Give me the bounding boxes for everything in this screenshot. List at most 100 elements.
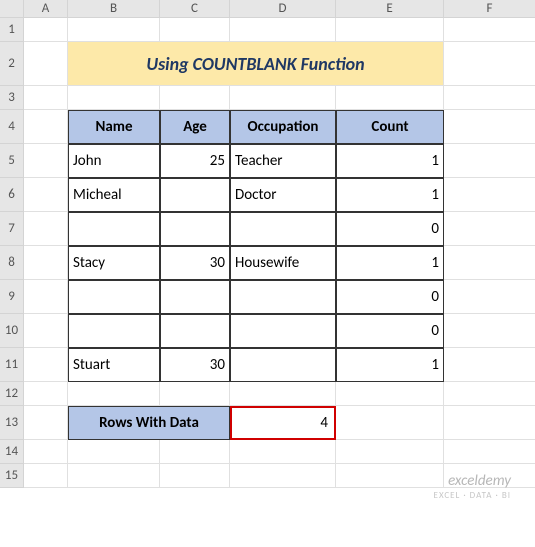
cell-count-7[interactable]: 0 — [336, 212, 444, 246]
row-header-10[interactable]: 10 — [0, 314, 24, 348]
cell-name-7[interactable] — [68, 212, 160, 246]
cell-f12[interactable] — [444, 382, 535, 406]
col-header-d[interactable]: D — [230, 0, 336, 18]
rows-with-data-value[interactable]: 4 — [230, 406, 336, 440]
cell-e12[interactable] — [336, 382, 444, 406]
row-header-4[interactable]: 4 — [0, 110, 24, 144]
cell-e1[interactable] — [336, 18, 444, 42]
cell-a8[interactable] — [24, 246, 68, 280]
cell-d15[interactable] — [230, 464, 336, 488]
cell-a5[interactable] — [24, 144, 68, 178]
cell-f14[interactable] — [444, 440, 535, 464]
cell-name-6[interactable]: Micheal — [68, 178, 160, 212]
col-header-c[interactable]: C — [160, 0, 230, 18]
cell-b15[interactable] — [68, 464, 160, 488]
cell-age-11[interactable]: 30 — [160, 348, 230, 382]
cell-count-5[interactable]: 1 — [336, 144, 444, 178]
cell-d14[interactable] — [230, 440, 336, 464]
cell-c1[interactable] — [160, 18, 230, 42]
header-occupation[interactable]: Occupation — [230, 110, 336, 144]
cell-e3[interactable] — [336, 86, 444, 110]
col-header-a[interactable]: A — [24, 0, 68, 18]
cell-f2[interactable] — [444, 42, 535, 86]
cell-d1[interactable] — [230, 18, 336, 42]
cell-age-6[interactable] — [160, 178, 230, 212]
cell-age-8[interactable]: 30 — [160, 246, 230, 280]
cell-name-9[interactable] — [68, 280, 160, 314]
cell-c3[interactable] — [160, 86, 230, 110]
cell-f4[interactable] — [444, 110, 535, 144]
cell-count-9[interactable]: 0 — [336, 280, 444, 314]
cell-age-7[interactable] — [160, 212, 230, 246]
cell-name-11[interactable]: Stuart — [68, 348, 160, 382]
cell-e13[interactable] — [336, 406, 444, 440]
cell-name-8[interactable]: Stacy — [68, 246, 160, 280]
cell-occ-6[interactable]: Doctor — [230, 178, 336, 212]
row-header-9[interactable]: 9 — [0, 280, 24, 314]
cell-count-10[interactable]: 0 — [336, 314, 444, 348]
cell-e15[interactable] — [336, 464, 444, 488]
cell-e14[interactable] — [336, 440, 444, 464]
cell-f9[interactable] — [444, 280, 535, 314]
cell-d12[interactable] — [230, 382, 336, 406]
cell-a9[interactable] — [24, 280, 68, 314]
cell-b3[interactable] — [68, 86, 160, 110]
title-cell[interactable]: Using COUNTBLANK Function — [68, 42, 444, 86]
cell-b14[interactable] — [68, 440, 160, 464]
cell-occ-9[interactable] — [230, 280, 336, 314]
cell-name-10[interactable] — [68, 314, 160, 348]
cell-c12[interactable] — [160, 382, 230, 406]
cell-occ-11[interactable] — [230, 348, 336, 382]
cell-a2[interactable] — [24, 42, 68, 86]
row-header-11[interactable]: 11 — [0, 348, 24, 382]
cell-occ-5[interactable]: Teacher — [230, 144, 336, 178]
cell-c15[interactable] — [160, 464, 230, 488]
rows-with-data-label[interactable]: Rows With Data — [68, 406, 230, 440]
cell-f11[interactable] — [444, 348, 535, 382]
cell-f6[interactable] — [444, 178, 535, 212]
cell-a7[interactable] — [24, 212, 68, 246]
cell-a6[interactable] — [24, 178, 68, 212]
cell-a11[interactable] — [24, 348, 68, 382]
cell-f5[interactable] — [444, 144, 535, 178]
cell-f7[interactable] — [444, 212, 535, 246]
cell-occ-7[interactable] — [230, 212, 336, 246]
row-header-12[interactable]: 12 — [0, 382, 24, 406]
cell-a3[interactable] — [24, 86, 68, 110]
col-header-b[interactable]: B — [68, 0, 160, 18]
cell-count-6[interactable]: 1 — [336, 178, 444, 212]
row-header-6[interactable]: 6 — [0, 178, 24, 212]
cell-age-10[interactable] — [160, 314, 230, 348]
row-header-14[interactable]: 14 — [0, 440, 24, 464]
row-header-7[interactable]: 7 — [0, 212, 24, 246]
cell-f3[interactable] — [444, 86, 535, 110]
cell-f8[interactable] — [444, 246, 535, 280]
row-header-15[interactable]: 15 — [0, 464, 24, 488]
cell-a1[interactable] — [24, 18, 68, 42]
cell-f1[interactable] — [444, 18, 535, 42]
row-header-2[interactable]: 2 — [0, 42, 24, 86]
cell-occ-8[interactable]: Housewife — [230, 246, 336, 280]
cell-name-5[interactable]: John — [68, 144, 160, 178]
cell-age-9[interactable] — [160, 280, 230, 314]
row-header-13[interactable]: 13 — [0, 406, 24, 440]
cell-a4[interactable] — [24, 110, 68, 144]
cell-count-8[interactable]: 1 — [336, 246, 444, 280]
cell-a14[interactable] — [24, 440, 68, 464]
col-header-f[interactable]: F — [444, 0, 535, 18]
row-header-8[interactable]: 8 — [0, 246, 24, 280]
header-count[interactable]: Count — [336, 110, 444, 144]
row-header-5[interactable]: 5 — [0, 144, 24, 178]
cell-a10[interactable] — [24, 314, 68, 348]
header-age[interactable]: Age — [160, 110, 230, 144]
cell-a15[interactable] — [24, 464, 68, 488]
col-header-e[interactable]: E — [336, 0, 444, 18]
cell-d3[interactable] — [230, 86, 336, 110]
cell-age-5[interactable]: 25 — [160, 144, 230, 178]
cell-a12[interactable] — [24, 382, 68, 406]
cell-count-11[interactable]: 1 — [336, 348, 444, 382]
cell-a13[interactable] — [24, 406, 68, 440]
cell-occ-10[interactable] — [230, 314, 336, 348]
header-name[interactable]: Name — [68, 110, 160, 144]
corner-cell[interactable] — [0, 0, 24, 18]
